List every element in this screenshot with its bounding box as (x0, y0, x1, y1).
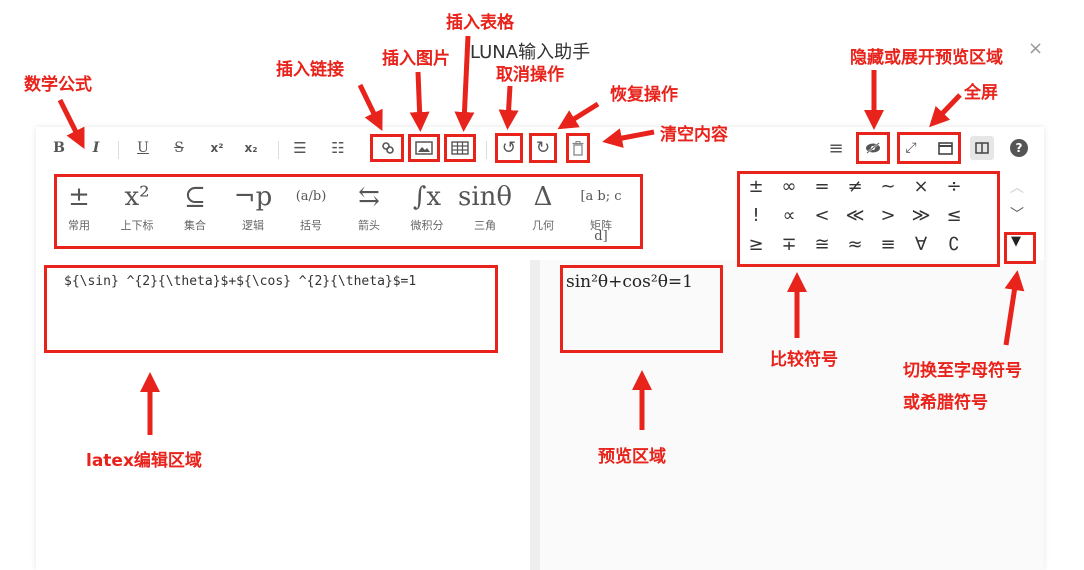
arrow-insert-table (454, 35, 475, 132)
arrow-redo (557, 101, 600, 130)
arrow-fullscreen (929, 93, 962, 128)
arrow-math-formula (57, 98, 85, 149)
arrow-switch (1003, 270, 1025, 346)
arrow-insert-link (357, 83, 383, 131)
arrow-undo (498, 85, 519, 130)
arrow-insert-image (409, 71, 430, 132)
arrow-clear (602, 128, 655, 148)
annotation-arrows (57, 35, 1025, 435)
